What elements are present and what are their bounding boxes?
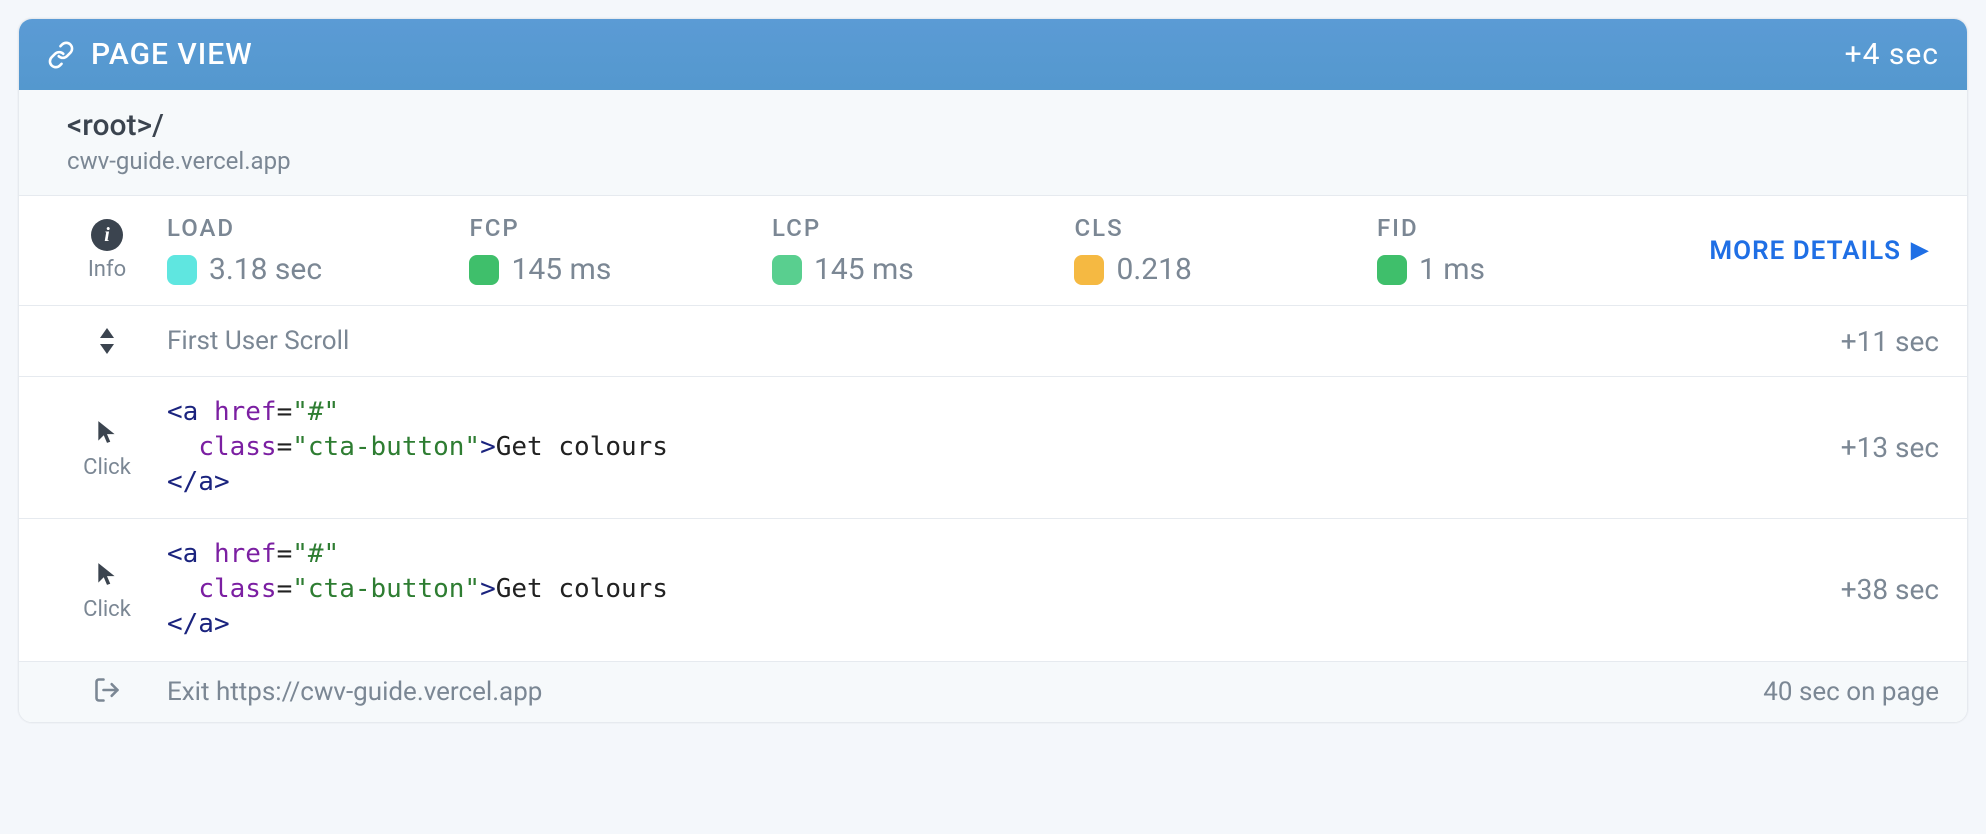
event-icon-col: Click [47, 557, 167, 622]
metric-fid-swatch [1377, 255, 1407, 285]
info-icon[interactable]: i [91, 219, 123, 251]
more-details-link[interactable]: MORE DETAILS ▶ [1709, 236, 1929, 266]
event-click1-body: <a href="#" class="cta-button">Get colou… [167, 395, 1821, 500]
event-click1-time: +13 sec [1821, 431, 1939, 464]
event-click2-code: <a href="#" class="cta-button">Get colou… [167, 537, 1821, 642]
info-column: i Info [47, 219, 167, 282]
header-timestamp: +4 sec [1845, 37, 1939, 72]
event-click1-icon-label: Click [83, 455, 131, 480]
event-click2-time: +38 sec [1821, 573, 1939, 606]
event-icon-col [47, 324, 167, 358]
metrics-row: i Info LOAD 3.18 sec FCP 145 ms LCP 145 … [19, 196, 1967, 306]
metric-load: LOAD 3.18 sec [167, 214, 469, 287]
metric-cls: CLS 0.218 [1074, 214, 1376, 287]
event-click2-body: <a href="#" class="cta-button">Get colou… [167, 537, 1821, 642]
event-row-click-2: Click <a href="#" class="cta-button">Get… [19, 519, 1967, 661]
metric-lcp-value: 145 ms [814, 252, 914, 287]
exit-icon-col [47, 676, 167, 708]
page-view-card: PAGE VIEW +4 sec <root>/ cwv-guide.verce… [18, 18, 1968, 723]
metric-fcp-value: 145 ms [511, 252, 611, 287]
metric-cls-value: 0.218 [1116, 252, 1191, 287]
metric-lcp-label: LCP [772, 214, 1074, 242]
caret-right-icon: ▶ [1911, 238, 1929, 263]
page-info: <root>/ cwv-guide.vercel.app [19, 90, 1967, 196]
metric-lcp-swatch [772, 255, 802, 285]
event-icon-col: Click [47, 415, 167, 480]
time-on-page: 40 sec on page [1763, 677, 1939, 707]
footer-row: Exit https://cwv-guide.vercel.app 40 sec… [19, 662, 1967, 722]
cursor-icon [94, 557, 120, 591]
exit-icon [93, 676, 121, 708]
metric-cls-label: CLS [1074, 214, 1376, 242]
event-scroll-label: First User Scroll [167, 326, 1821, 356]
event-row-click-1: Click <a href="#" class="cta-button">Get… [19, 377, 1967, 519]
page-path: <root>/ [67, 108, 1919, 143]
page-domain: cwv-guide.vercel.app [67, 147, 1919, 175]
metric-load-label: LOAD [167, 214, 469, 242]
metric-cls-swatch [1074, 255, 1104, 285]
metric-fid-value: 1 ms [1419, 252, 1485, 287]
more-details-label: MORE DETAILS [1709, 236, 1901, 266]
card-header: PAGE VIEW +4 sec [19, 19, 1967, 90]
metric-load-swatch [167, 255, 197, 285]
metric-fcp-label: FCP [469, 214, 771, 242]
header-title: PAGE VIEW [91, 37, 253, 72]
metric-load-value: 3.18 sec [209, 252, 322, 287]
event-click2-icon-label: Click [83, 597, 131, 622]
cursor-icon [94, 415, 120, 449]
exit-text: Exit https://cwv-guide.vercel.app [167, 677, 1763, 707]
event-row-scroll: First User Scroll +11 sec [19, 306, 1967, 377]
metric-fcp: FCP 145 ms [469, 214, 771, 287]
link-icon [47, 41, 75, 69]
scroll-icon [96, 324, 118, 358]
event-scroll-time: +11 sec [1821, 325, 1939, 358]
metric-fid: FID 1 ms [1377, 214, 1679, 287]
event-click1-code: <a href="#" class="cta-button">Get colou… [167, 395, 1821, 500]
metric-fid-label: FID [1377, 214, 1679, 242]
header-left: PAGE VIEW [47, 37, 253, 72]
info-label: Info [88, 257, 126, 282]
metric-lcp: LCP 145 ms [772, 214, 1074, 287]
metric-fcp-swatch [469, 255, 499, 285]
